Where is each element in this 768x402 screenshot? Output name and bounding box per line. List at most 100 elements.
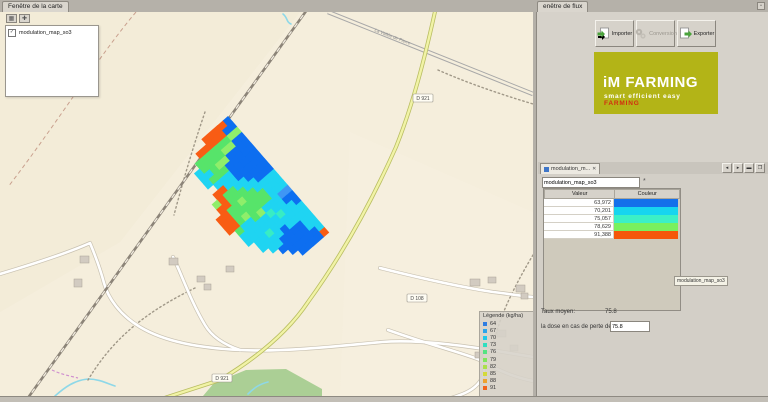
svg-text:D 921: D 921 — [416, 96, 430, 102]
forest-area — [203, 369, 322, 396]
map-name-input[interactable] — [542, 177, 640, 188]
export-icon — [679, 27, 692, 39]
tab-map-window[interactable]: Fenêtre de la carte — [2, 1, 69, 12]
farming-logo: iM FARMING smart efficient easy FARMING — [594, 52, 718, 114]
value-color-table: Valeur Couleur 63,972 70,201 75,057 78,629 9… — [543, 188, 681, 311]
table-header: Valeur Couleur — [544, 189, 680, 199]
document-tab[interactable]: modulation_m... ✕ — [540, 163, 601, 174]
cell-color — [614, 215, 678, 223]
legend-value: 88 — [490, 378, 497, 385]
conversion-button[interactable]: Conversion — [635, 20, 677, 47]
bridleway-path — [51, 369, 79, 379]
legend-value: 76 — [490, 349, 497, 356]
logo-tagline-white: smart efficient easy — [604, 93, 681, 100]
legend-value: 67 — [490, 327, 497, 334]
layer-item[interactable]: ✓ modulation_map_so3 — [6, 26, 98, 40]
legend-entry: 67 — [483, 327, 533, 334]
legend-entry: 91 — [483, 385, 533, 392]
table-rows: 63,972 70,201 75,057 78,629 91,388 — [544, 199, 680, 239]
legend-entry: 79 — [483, 356, 533, 363]
document-tab-icon — [544, 166, 549, 172]
floating-map-label: modulation_map_so3 — [674, 276, 728, 286]
legend-entry: 76 — [483, 349, 533, 356]
layers-icon[interactable]: ▦ — [6, 14, 17, 23]
road-shield-d921-bottom: D 921 — [211, 373, 233, 383]
map-toolbar: ▦ ✚ — [6, 14, 30, 23]
document-body: * Valeur Couleur 63,97270,20175,05778,62… — [538, 174, 768, 396]
legend-swatch — [483, 335, 487, 340]
legend-value: 70 — [490, 334, 497, 341]
road-name-label: La Vallée de Pierre — [374, 27, 412, 46]
table-row[interactable]: 78,629 — [544, 223, 680, 231]
legend-title: Légende (kg/ha) — [483, 313, 524, 319]
legend-swatch — [483, 364, 487, 369]
legend-value: 73 — [490, 342, 497, 349]
tab-nav-buttons: ◂ ▸ ▬ ❐ — [722, 163, 765, 173]
legend-swatch — [483, 328, 487, 333]
tab-flux-window[interactable]: enêtre de flux — [537, 1, 589, 12]
legend-swatch — [483, 371, 487, 376]
logo-tagline-red: FARMING — [604, 100, 640, 107]
cell-value: 91,388 — [544, 231, 614, 239]
export-button[interactable]: Exporter — [677, 20, 716, 47]
layer-checkbox[interactable]: ✓ — [8, 29, 16, 37]
legend-entry: 88 — [483, 378, 533, 385]
map-viewport[interactable]: La Vallée de Pierre D 921 D 921 D 108 ▦ … — [0, 12, 533, 396]
taux-moyen-value: 75.8 — [605, 309, 617, 315]
cell-color — [614, 207, 678, 215]
table-row[interactable]: 75,057 — [544, 215, 680, 223]
export-button-label: Exporter — [693, 30, 715, 37]
tab-scroll-left-icon[interactable]: ◂ — [722, 163, 732, 173]
layer-name-label: modulation_map_so3 — [19, 30, 72, 36]
cell-color — [614, 231, 678, 239]
cell-value: 63,972 — [544, 199, 614, 207]
legend-value: 64 — [490, 320, 497, 327]
flux-toolbar: Importer Conversion Exporter — [595, 20, 716, 47]
document-tab-label: modulation_m... — [551, 166, 591, 172]
layers-panel: ✓ modulation_map_so3 — [5, 25, 99, 97]
close-icon[interactable]: ✕ — [592, 166, 596, 172]
required-marker: * — [643, 178, 646, 185]
minimize-icon[interactable]: ▬ — [744, 163, 754, 173]
panel-corner-button[interactable]: ▫ — [757, 2, 765, 10]
legend-swatch — [483, 321, 487, 326]
logo-tagline: smart efficient easy FARMING — [604, 93, 718, 107]
tab-scroll-right-icon[interactable]: ▸ — [733, 163, 743, 173]
import-button-label: Importer — [611, 30, 633, 37]
cell-color — [614, 223, 678, 231]
legend-entries: 64 67 70 73 76 79 82 85 88 91 — [483, 320, 533, 392]
legend-entry: 70 — [483, 334, 533, 341]
legend-value: 79 — [490, 356, 497, 363]
table-row[interactable]: 91,388 — [544, 231, 680, 239]
legend-entry: 73 — [483, 342, 533, 349]
legend-value: 91 — [490, 385, 497, 392]
add-layer-icon[interactable]: ✚ — [19, 14, 30, 23]
cell-value: 78,629 — [544, 223, 614, 231]
legend-swatch — [483, 343, 487, 348]
cell-value: 75,057 — [544, 215, 614, 223]
road-shield-d108: D 108 — [406, 293, 428, 303]
header-valeur[interactable]: Valeur — [544, 189, 616, 199]
legend-swatch — [483, 386, 487, 391]
conversion-button-label: Conversion — [649, 30, 677, 37]
legend-entry: 82 — [483, 363, 533, 370]
import-icon — [597, 27, 609, 40]
restore-icon[interactable]: ❐ — [755, 163, 765, 173]
legend-value: 82 — [490, 363, 497, 370]
table-row[interactable]: 70,201 — [544, 207, 680, 215]
legend-entry: 64 — [483, 320, 533, 327]
import-button[interactable]: Importer — [595, 20, 634, 47]
svg-text:D 108: D 108 — [410, 296, 424, 302]
header-couleur[interactable]: Couleur — [615, 189, 680, 199]
gears-icon — [635, 28, 646, 39]
application-window: Fenêtre de la carte enêtre de flux ▫ La … — [0, 0, 768, 402]
legend-swatch — [483, 379, 487, 384]
legend-swatch — [483, 357, 487, 362]
logo-title: iM FARMING — [603, 74, 698, 91]
flux-panel: Importer Conversion Exporter iM FARMING … — [536, 12, 768, 396]
gps-dose-input[interactable] — [610, 321, 650, 332]
taux-moyen-label: Taux moyen: — [541, 309, 576, 315]
table-row[interactable]: 63,972 — [544, 199, 680, 207]
cell-color — [614, 199, 678, 207]
map-legend: Légende (kg/ha) 64 67 70 73 76 79 82 85 88 91 — [479, 311, 533, 396]
